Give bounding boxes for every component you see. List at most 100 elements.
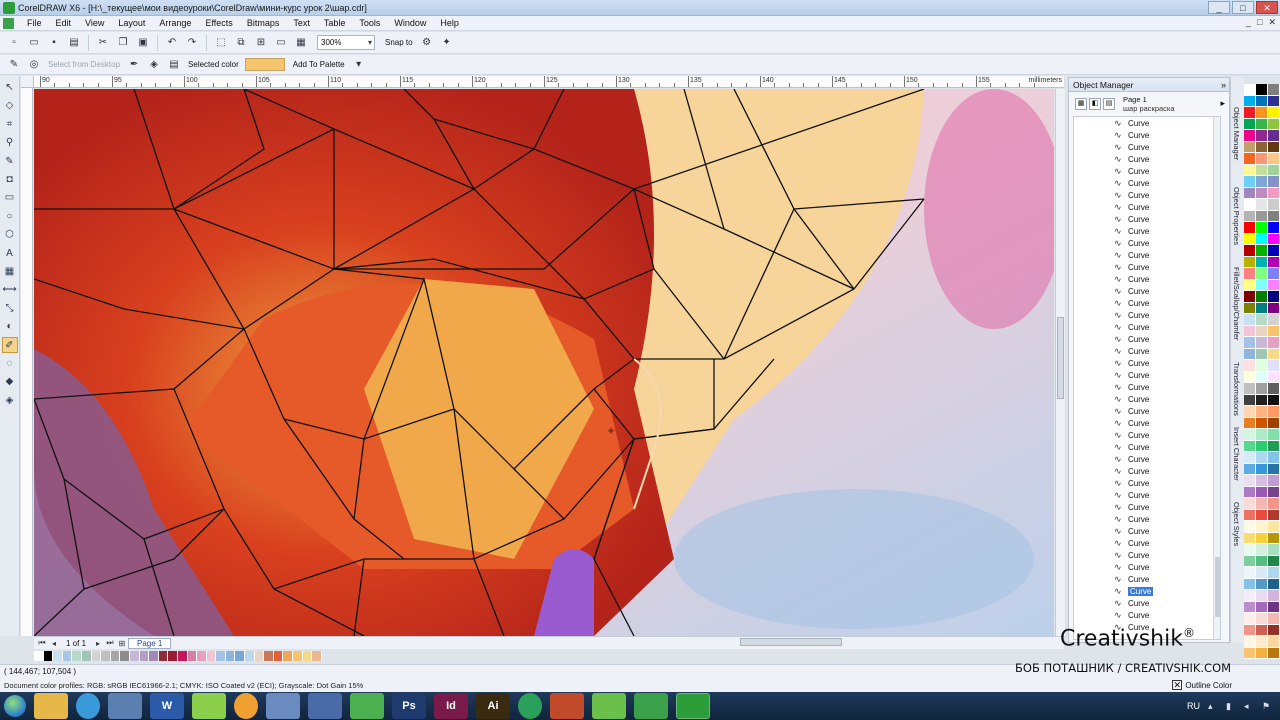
color-palette-swatch[interactable] xyxy=(1256,314,1268,326)
rectangle-tool-icon[interactable]: ▭ xyxy=(2,190,18,206)
color-palette-swatch[interactable] xyxy=(1268,268,1280,280)
add-to-palette-button[interactable]: Add To Palette xyxy=(289,60,349,69)
color-palette-swatch[interactable] xyxy=(1268,463,1280,475)
color-palette-swatch[interactable] xyxy=(1244,222,1256,234)
menu-table[interactable]: Table xyxy=(317,18,353,28)
tab-object-styles[interactable]: Object Styles xyxy=(1232,502,1241,546)
menu-effects[interactable]: Effects xyxy=(198,18,239,28)
vertical-scroll-thumb[interactable] xyxy=(1057,317,1064,399)
last-page-icon[interactable]: ⏭ xyxy=(104,638,116,648)
color-palette-swatch[interactable] xyxy=(1268,521,1280,533)
color-palette-swatch[interactable] xyxy=(1244,590,1256,602)
color-palette-swatch[interactable] xyxy=(1268,325,1280,337)
color-palette-swatch[interactable] xyxy=(1256,521,1268,533)
document-palette-swatch[interactable] xyxy=(302,651,313,661)
object-tree-row[interactable]: ∿ Curve xyxy=(1074,129,1220,141)
color-palette-swatch[interactable] xyxy=(1268,164,1280,176)
polygon-tool-icon[interactable]: ⬡ xyxy=(2,227,18,243)
object-tree-row[interactable]: ∿ Curve xyxy=(1074,117,1220,129)
language-indicator[interactable]: RU xyxy=(1187,701,1200,711)
object-tree-row[interactable]: ∿ Curve xyxy=(1074,213,1220,225)
color-palette-swatch[interactable] xyxy=(1268,601,1280,613)
color-palette-swatch[interactable] xyxy=(1244,325,1256,337)
color-palette-swatch[interactable] xyxy=(1244,199,1256,211)
color-palette-swatch[interactable] xyxy=(1256,337,1268,349)
color-palette-swatch[interactable] xyxy=(1256,222,1268,234)
sample-icon[interactable]: ✒ xyxy=(126,57,142,73)
color-palette-swatch[interactable] xyxy=(1244,383,1256,395)
object-tree-row[interactable]: ∿ Curve xyxy=(1074,537,1220,549)
document-palette-swatch[interactable] xyxy=(158,651,169,661)
color-palette-swatch[interactable] xyxy=(1244,176,1256,188)
show-hidden-icons-icon[interactable]: ▴ xyxy=(1208,701,1218,711)
color-palette-swatch[interactable] xyxy=(1256,130,1268,142)
color-palette-swatch[interactable] xyxy=(1256,394,1268,406)
color-eyedropper-tool-icon[interactable]: ✐ xyxy=(1,337,18,354)
object-tree-row[interactable]: ∿ Curve xyxy=(1074,477,1220,489)
color-palette-swatch[interactable] xyxy=(1256,567,1268,579)
connector-tool-icon[interactable]: ⤡ xyxy=(2,301,18,317)
color-palette-swatch[interactable] xyxy=(1256,544,1268,556)
color-palette-swatch[interactable] xyxy=(1268,107,1280,119)
color-palette-swatch[interactable] xyxy=(1244,544,1256,556)
color-palette-swatch[interactable] xyxy=(1256,406,1268,418)
doc-minimize-button[interactable]: _ xyxy=(1246,17,1251,28)
color-palette-swatch[interactable] xyxy=(1256,590,1268,602)
docker-collapse-icon[interactable]: » xyxy=(1221,78,1226,92)
document-palette-swatch[interactable] xyxy=(34,651,44,661)
color-palette-swatch[interactable] xyxy=(1244,613,1256,625)
zoom-tool-icon[interactable]: ⚲ xyxy=(2,135,18,151)
document-icon[interactable] xyxy=(3,17,14,29)
color-palette-swatch[interactable] xyxy=(1268,222,1280,234)
object-tree-row[interactable]: ∿ Curve xyxy=(1074,165,1220,177)
color-palette-swatch[interactable] xyxy=(1244,601,1256,613)
application-launcher-icon[interactable]: ⊞ xyxy=(253,35,269,51)
canvas-horizontal-scrollbar[interactable] xyxy=(560,637,1054,648)
document-palette-swatch[interactable] xyxy=(139,651,150,661)
photoshop-taskbar-icon[interactable]: Ps xyxy=(392,693,426,719)
text-tool-icon[interactable]: A xyxy=(2,246,18,262)
document-palette-swatch[interactable] xyxy=(168,651,178,661)
menu-text[interactable]: Text xyxy=(286,18,317,28)
color-palette-swatch[interactable] xyxy=(1268,429,1280,441)
document-color-profiles[interactable]: Document color profiles: RGB: sRGB IEC61… xyxy=(4,681,363,690)
color-palette-swatch[interactable] xyxy=(1268,302,1280,314)
color-palette-swatch[interactable] xyxy=(1268,647,1280,659)
document-palette-swatch[interactable] xyxy=(62,651,73,661)
color-eyedropper-icon[interactable]: ◎ xyxy=(26,57,42,73)
object-tree-row[interactable]: ∿ Curve xyxy=(1074,225,1220,237)
color-palette-swatch[interactable] xyxy=(1244,555,1256,567)
color-palette-swatch[interactable] xyxy=(1244,475,1256,487)
doc-restore-button[interactable]: □ xyxy=(1257,17,1262,28)
new-document-icon[interactable]: ▫ xyxy=(6,35,22,51)
chrome-taskbar-icon[interactable] xyxy=(76,693,100,719)
document-palette-swatch[interactable] xyxy=(187,651,198,661)
color-palette-swatch[interactable] xyxy=(1268,118,1280,130)
color-palette-swatch[interactable] xyxy=(1268,532,1280,544)
coreldraw-taskbar-icon[interactable] xyxy=(592,693,626,719)
previous-page-icon[interactable]: ◂ xyxy=(48,639,60,648)
color-palette-swatch[interactable] xyxy=(1256,107,1268,119)
object-tree-row[interactable]: ∿ Curve xyxy=(1074,381,1220,393)
color-palette-swatch[interactable] xyxy=(1256,383,1268,395)
save-icon[interactable]: ▪ xyxy=(46,35,62,51)
object-tree-scroll-thumb[interactable] xyxy=(1215,557,1220,617)
object-tree-row[interactable]: ∿ Curve xyxy=(1074,513,1220,525)
color-palette-swatch[interactable] xyxy=(1268,95,1280,107)
interactive-fill-icon[interactable]: ◈ xyxy=(2,393,18,409)
color-palette-swatch[interactable] xyxy=(1268,279,1280,291)
color-palette-swatch[interactable] xyxy=(1256,417,1268,429)
color-palette-swatch[interactable] xyxy=(1244,440,1256,452)
document-palette-swatch[interactable] xyxy=(129,651,140,661)
first-page-icon[interactable]: ⏮ xyxy=(36,638,48,648)
object-tree-row[interactable]: ∿ Curve xyxy=(1074,357,1220,369)
document-palette-swatch[interactable] xyxy=(312,651,322,661)
menu-help[interactable]: Help xyxy=(433,18,466,28)
volume-icon[interactable]: ◂ xyxy=(1244,701,1254,711)
color-palette-swatch[interactable] xyxy=(1244,302,1256,314)
color-palette-swatch[interactable] xyxy=(1256,302,1268,314)
color-palette-swatch[interactable] xyxy=(1244,348,1256,360)
object-tree-row[interactable]: ∿ Curve xyxy=(1074,153,1220,165)
redo-icon[interactable]: ↷ xyxy=(184,35,200,51)
color-palette-swatch[interactable] xyxy=(1244,463,1256,475)
